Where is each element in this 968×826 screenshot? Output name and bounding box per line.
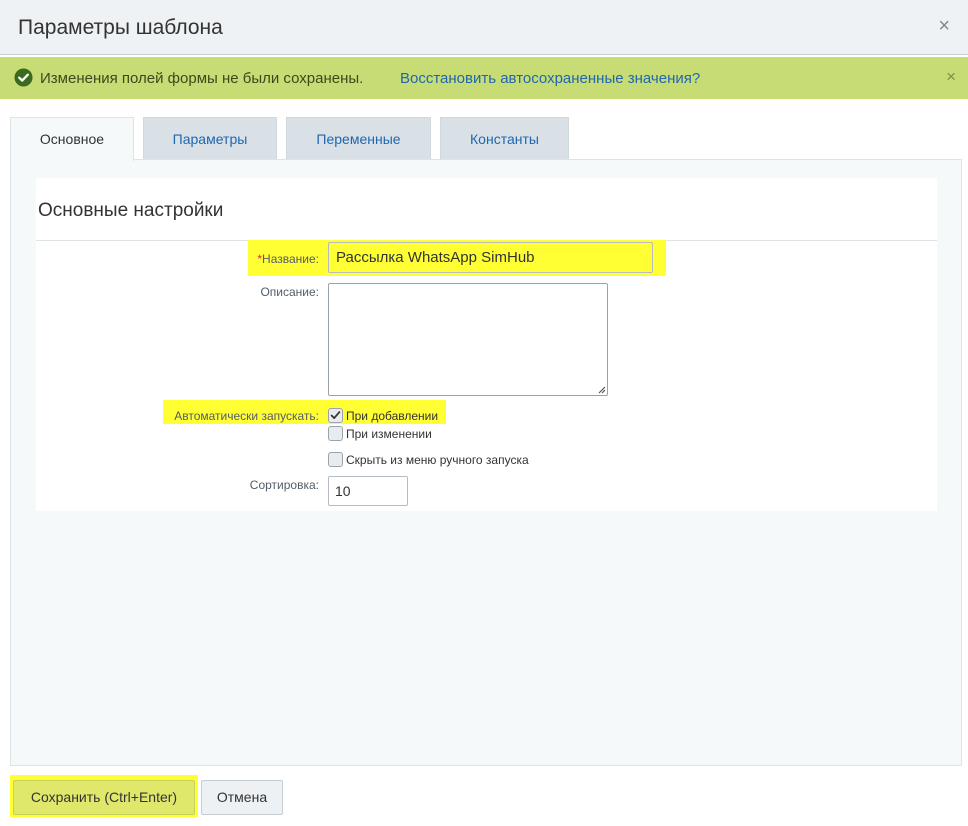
checkmark-icon	[330, 411, 341, 419]
description-label: Описание:	[260, 285, 319, 299]
tab-constants[interactable]: Константы	[440, 117, 569, 160]
name-label: *Название:	[226, 252, 319, 266]
template-settings-dialog: Параметры шаблона × Изменения полей форм…	[0, 0, 968, 826]
unsaved-changes-notice: Изменения полей формы не были сохранены.…	[0, 57, 968, 99]
notice-message: Изменения полей формы не были сохранены.	[40, 70, 364, 87]
tab-main[interactable]: Основное	[10, 117, 134, 161]
hide-from-manual-menu-label[interactable]: Скрыть из меню ручного запуска	[346, 453, 529, 467]
name-input[interactable]	[328, 242, 653, 273]
check-circle-icon	[14, 68, 33, 87]
sort-input[interactable]	[328, 476, 408, 506]
cancel-button[interactable]: Отмена	[201, 780, 283, 815]
sort-label: Сортировка:	[249, 478, 319, 492]
save-button[interactable]: Сохранить (Ctrl+Enter)	[13, 780, 195, 815]
hide-from-manual-menu-checkbox[interactable]	[328, 452, 343, 467]
on-add-checkbox[interactable]	[328, 408, 343, 423]
name-label-text: Название:	[262, 252, 319, 266]
on-add-label[interactable]: При добавлении	[346, 409, 438, 423]
on-change-checkbox[interactable]	[328, 426, 343, 441]
dialog-close-icon[interactable]: ×	[938, 16, 950, 36]
main-settings-section: Основные настройки *Название: Описание: …	[36, 178, 937, 511]
dialog-title: Параметры шаблона	[18, 16, 223, 39]
tab-variables[interactable]: Переменные	[286, 117, 431, 160]
autostart-label: Автоматически запускать:	[174, 409, 319, 423]
dialog-titlebar: Параметры шаблона ×	[0, 0, 968, 55]
tab-parameters[interactable]: Параметры	[143, 117, 277, 160]
resize-grip-icon[interactable]	[596, 384, 606, 394]
section-title: Основные настройки	[38, 200, 224, 221]
restore-autosaved-link[interactable]: Восстановить автосохраненные значения?	[400, 70, 700, 87]
notice-close-icon[interactable]: ×	[946, 67, 956, 87]
tab-panel: Основные настройки *Название: Описание: …	[10, 159, 962, 766]
description-textarea[interactable]	[328, 283, 608, 396]
on-change-label[interactable]: При изменении	[346, 427, 432, 441]
